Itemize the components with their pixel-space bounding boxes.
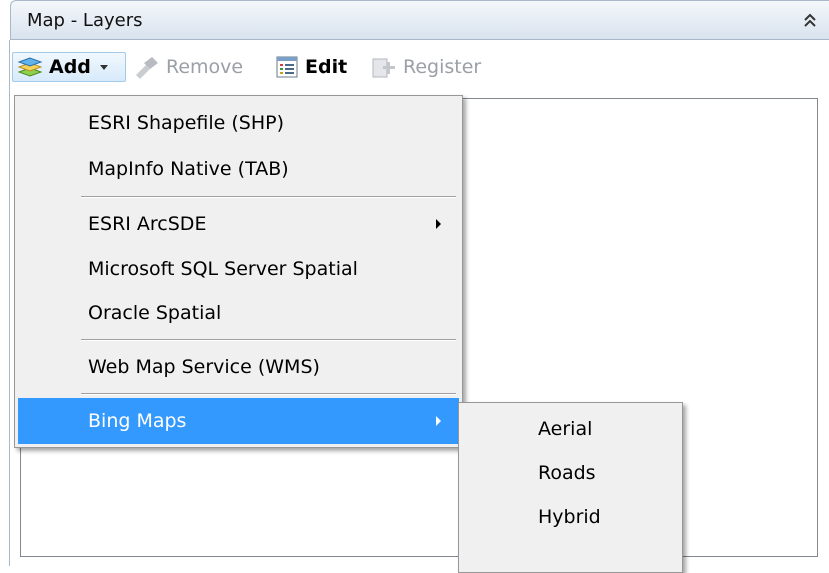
submenu-arrow-icon <box>436 219 441 229</box>
menu-item-label: Microsoft SQL Server Spatial <box>88 258 358 280</box>
panel-left-edge <box>9 40 10 566</box>
menu-item-label: ESRI ArcSDE <box>88 213 207 235</box>
register-button[interactable]: Register <box>371 52 481 82</box>
dropdown-arrow-icon <box>99 65 108 70</box>
add-button[interactable]: Add <box>12 52 126 82</box>
register-button-label: Register <box>403 56 482 78</box>
menu-item-wms[interactable]: Web Map Service (WMS) <box>18 344 459 390</box>
add-button-label: Add <box>49 56 91 78</box>
layers-stack-icon <box>17 57 43 77</box>
edit-button[interactable]: Edit <box>275 52 347 82</box>
menu-separator <box>81 196 456 198</box>
submenu-item-hybrid[interactable]: Hybrid <box>462 494 679 540</box>
menu-item-mapinfo-native[interactable]: MapInfo Native (TAB) <box>18 146 459 192</box>
layers-toolbar: Add Remove Edit Register <box>10 40 829 96</box>
menu-item-label: Roads <box>538 462 596 484</box>
submenu-item-roads[interactable]: Roads <box>462 450 679 496</box>
menu-item-label: Web Map Service (WMS) <box>88 356 320 378</box>
menu-separator <box>81 393 456 395</box>
menu-item-oracle-spatial[interactable]: Oracle Spatial <box>18 290 459 336</box>
menu-item-label: ESRI Shapefile (SHP) <box>88 112 285 134</box>
edit-properties-icon <box>276 56 298 78</box>
add-layer-menu: ESRI Shapefile (SHP) MapInfo Native (TAB… <box>14 95 463 448</box>
remove-button-label: Remove <box>166 56 244 78</box>
bing-maps-submenu: Aerial Roads Hybrid <box>458 402 683 573</box>
menu-item-esri-arcsde[interactable]: ESRI ArcSDE <box>18 201 459 247</box>
menu-item-label: Aerial <box>538 418 593 440</box>
menu-item-label: Hybrid <box>538 506 601 528</box>
register-layer-icon <box>372 58 395 78</box>
submenu-item-aerial[interactable]: Aerial <box>462 406 679 452</box>
submenu-arrow-icon <box>436 416 441 426</box>
collapse-chevron-up-icon[interactable] <box>803 11 817 29</box>
remove-layer-icon <box>136 57 158 79</box>
panel-titlebar: Map - Layers <box>10 0 829 40</box>
menu-item-esri-shapefile[interactable]: ESRI Shapefile (SHP) <box>18 100 459 146</box>
menu-item-label: Oracle Spatial <box>88 302 222 324</box>
panel-title: Map - Layers <box>27 10 143 31</box>
menu-separator <box>81 339 456 341</box>
menu-item-bing-maps[interactable]: Bing Maps <box>18 398 459 444</box>
menu-item-sql-server-spatial[interactable]: Microsoft SQL Server Spatial <box>18 246 459 292</box>
remove-button[interactable]: Remove <box>134 52 243 82</box>
menu-item-label: MapInfo Native (TAB) <box>88 158 289 180</box>
edit-button-label: Edit <box>305 56 348 78</box>
menu-item-label: Bing Maps <box>88 410 187 432</box>
